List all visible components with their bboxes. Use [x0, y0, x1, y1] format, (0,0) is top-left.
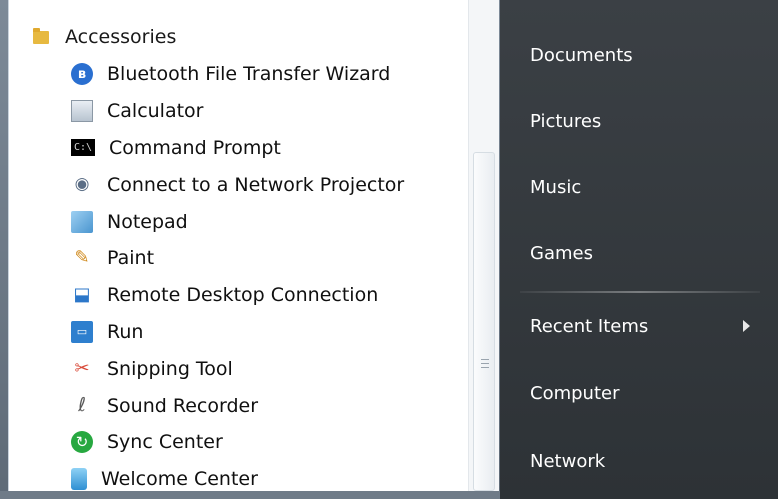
grip-icon [481, 359, 489, 371]
program-label: Bluetooth File Transfer Wizard [107, 63, 391, 86]
place-label: Pictures [530, 110, 602, 132]
program-item-snipping-tool[interactable]: ✂ Snipping Tool [71, 350, 404, 387]
program-label: Remote Desktop Connection [107, 284, 379, 307]
place-label: Games [530, 242, 593, 264]
place-pictures[interactable]: Pictures [500, 93, 778, 149]
run-icon: ▭ [71, 320, 93, 343]
place-label: Documents [530, 44, 633, 66]
programs-scrollbar[interactable] [468, 0, 499, 491]
sound-recorder-icon: ℓ [78, 394, 86, 417]
program-label: Snipping Tool [107, 357, 233, 380]
program-item-bluetooth-file-transfer-wizard[interactable]: ʙ Bluetooth File Transfer Wizard [71, 56, 404, 93]
program-item-sync-center[interactable]: ↻ Sync Center [71, 424, 404, 461]
sync-center-icon: ↻ [71, 431, 93, 454]
program-label: Sync Center [107, 431, 223, 454]
program-list: ʙ Bluetooth File Transfer Wizard Calcula… [71, 56, 404, 498]
bottom-border [0, 491, 500, 499]
folder-icon [33, 27, 49, 44]
submenu-arrow-icon [743, 320, 750, 332]
program-item-sound-recorder[interactable]: ℓ Sound Recorder [71, 387, 404, 424]
program-label: Notepad [107, 210, 188, 233]
command-prompt-icon: C:\ [71, 139, 95, 157]
program-item-notepad[interactable]: Notepad [71, 203, 404, 240]
snipping-tool-icon: ✂ [74, 357, 90, 379]
place-label: Music [530, 176, 582, 198]
place-music[interactable]: Music [500, 159, 778, 215]
program-label: Connect to a Network Projector [107, 173, 405, 196]
place-games[interactable]: Games [500, 225, 778, 281]
calculator-icon [71, 100, 93, 123]
place-recent-items[interactable]: Recent Items [500, 298, 778, 354]
program-label: Welcome Center [101, 468, 258, 491]
notepad-icon [71, 210, 93, 233]
program-item-connect-to-network-projector[interactable]: ◉ Connect to a Network Projector [71, 166, 405, 203]
program-label: Calculator [107, 100, 204, 123]
place-computer[interactable]: Computer [500, 365, 778, 421]
welcome-center-icon [71, 468, 87, 491]
place-network[interactable]: Network [500, 433, 778, 489]
remote-desktop-icon: ⬓ [73, 284, 91, 306]
start-menu: Accessories ʙ Bluetooth File Transfer Wi… [0, 0, 778, 499]
program-item-calculator[interactable]: Calculator [71, 93, 404, 130]
place-label: Computer [530, 382, 620, 404]
place-documents[interactable]: Documents [500, 27, 778, 83]
folder-accessories[interactable]: Accessories [33, 22, 176, 52]
program-label: Sound Recorder [107, 394, 259, 417]
place-label: Network [530, 450, 606, 472]
places-divider [520, 291, 760, 293]
programs-pane: Accessories ʙ Bluetooth File Transfer Wi… [8, 0, 469, 491]
network-projector-icon: ◉ [74, 174, 90, 195]
place-label: Recent Items [530, 315, 649, 337]
program-label: Command Prompt [109, 136, 281, 159]
bluetooth-icon: ʙ [71, 63, 93, 86]
folder-label: Accessories [65, 26, 177, 48]
program-label: Run [107, 320, 144, 343]
paint-icon: ✎ [74, 247, 90, 269]
program-item-run[interactable]: ▭ Run [71, 314, 404, 351]
scrollbar-thumb[interactable] [473, 152, 495, 491]
program-item-command-prompt[interactable]: C:\ Command Prompt [71, 130, 404, 167]
program-label: Paint [107, 247, 155, 270]
program-item-paint[interactable]: ✎ Paint [71, 240, 404, 277]
program-item-remote-desktop-connection[interactable]: ⬓ Remote Desktop Connection [71, 277, 404, 314]
